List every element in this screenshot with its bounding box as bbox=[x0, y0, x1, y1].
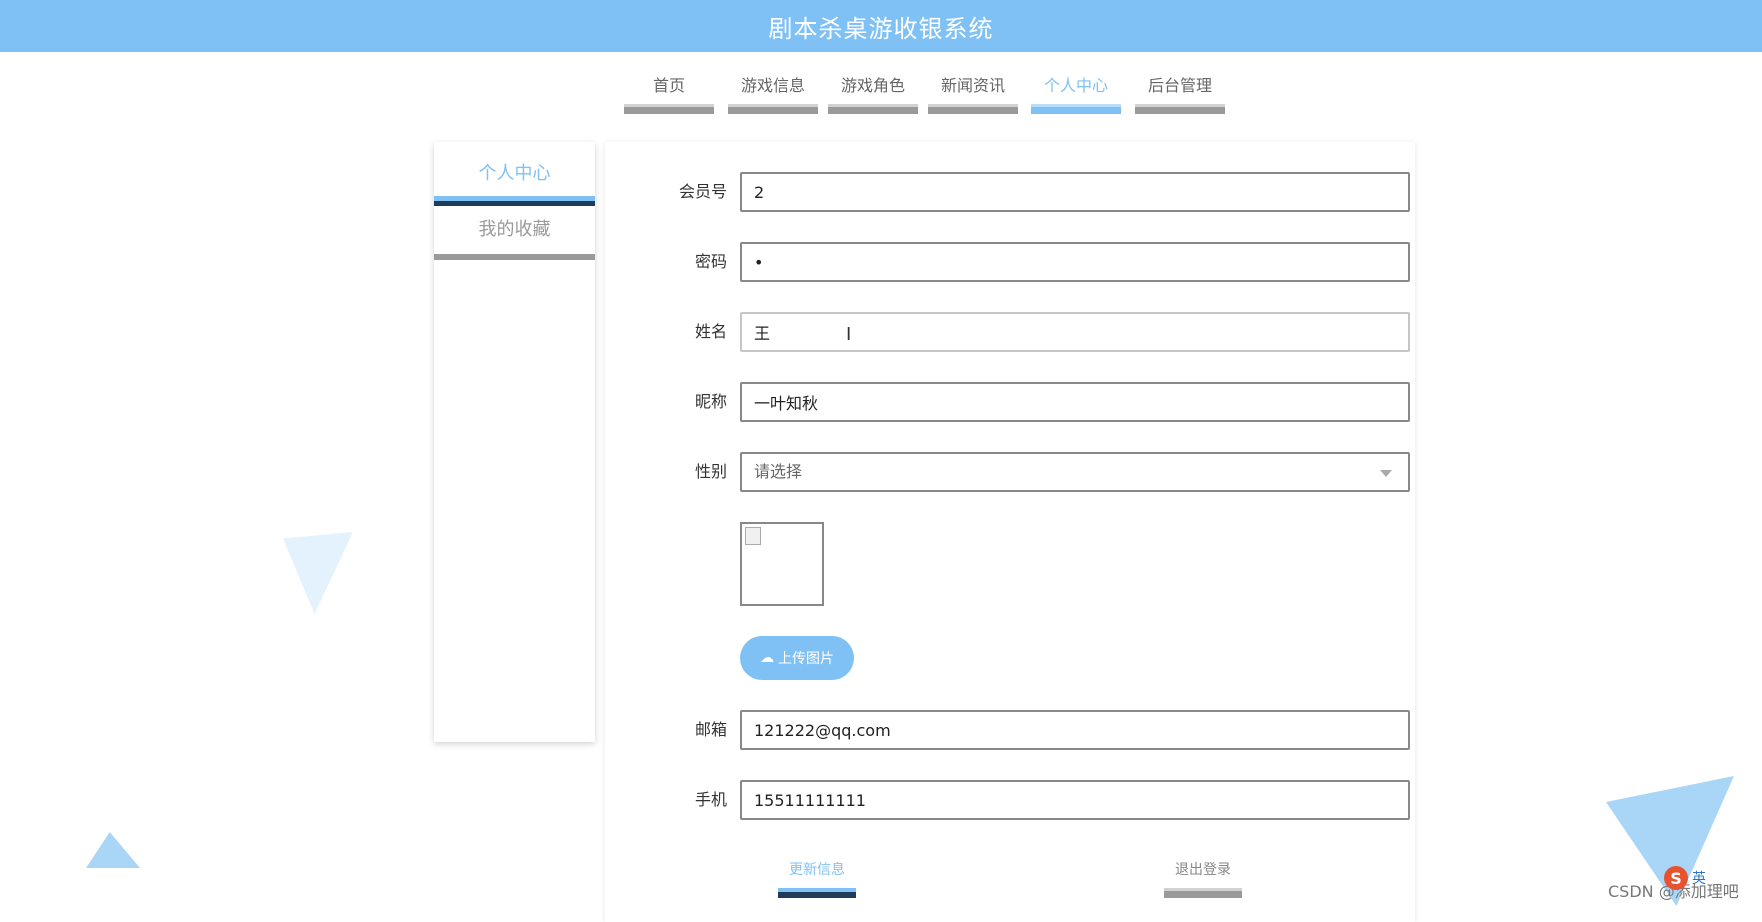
profile-form: 会员号 密码 姓名 昵称 性别 请选择 ☁ 上传图片 邮箱 手机 更新信息 bbox=[605, 142, 1415, 922]
sidebar-item-favorites[interactable]: 我的收藏 bbox=[434, 208, 595, 264]
broken-image-icon bbox=[745, 527, 761, 545]
update-info-button[interactable]: 更新信息 bbox=[778, 856, 856, 906]
nav-home-bar bbox=[624, 104, 714, 114]
nav-admin[interactable]: 后台管理 bbox=[1135, 68, 1225, 116]
ime-toolbar[interactable]: S 英 bbox=[1664, 864, 1762, 892]
name-input[interactable] bbox=[740, 312, 1410, 352]
nav-game-info[interactable]: 游戏信息 bbox=[728, 68, 818, 116]
nav-game-roles-bar bbox=[828, 104, 918, 114]
sidebar: 个人中心 我的收藏 bbox=[434, 142, 595, 742]
logout-label: 退出登录 bbox=[1175, 862, 1231, 878]
nav-news-label: 新闻资讯 bbox=[940, 76, 1005, 95]
chevron-down-icon bbox=[1380, 470, 1392, 477]
gender-select[interactable]: 请选择 bbox=[740, 452, 1410, 492]
nav-game-roles-label: 游戏角色 bbox=[840, 76, 905, 95]
cloud-upload-icon: ☁ bbox=[760, 650, 774, 666]
sidebar-item-bar bbox=[434, 254, 595, 260]
logout-button[interactable]: 退出登录 bbox=[1164, 856, 1242, 906]
sidebar-item-label: 个人中心 bbox=[478, 163, 551, 184]
phone-input[interactable] bbox=[740, 780, 1410, 820]
upload-image-button[interactable]: ☁ 上传图片 bbox=[740, 636, 854, 680]
nav-personal-center[interactable]: 个人中心 bbox=[1031, 68, 1121, 116]
password-input[interactable] bbox=[740, 242, 1410, 282]
decorative-triangle bbox=[283, 532, 353, 614]
nickname-input[interactable] bbox=[740, 382, 1410, 422]
row-name: 姓名 bbox=[605, 312, 1415, 352]
row-password: 密码 bbox=[605, 242, 1415, 282]
sidebar-item-bar bbox=[434, 196, 595, 206]
gender-select-placeholder: 请选择 bbox=[754, 462, 803, 481]
nav-game-info-bar bbox=[728, 104, 818, 114]
row-phone: 手机 bbox=[605, 780, 1415, 820]
row-email: 邮箱 bbox=[605, 710, 1415, 750]
update-info-bar bbox=[778, 888, 856, 898]
nav-personal-center-bar bbox=[1031, 104, 1121, 114]
row-gender: 性别 请选择 bbox=[605, 452, 1415, 492]
sidebar-item-label: 我的收藏 bbox=[478, 219, 551, 240]
email-input[interactable] bbox=[740, 710, 1410, 750]
upload-image-label: 上传图片 bbox=[778, 651, 834, 667]
sidebar-item-personal-center[interactable]: 个人中心 bbox=[434, 152, 595, 208]
logout-bar bbox=[1164, 888, 1242, 898]
member-no-input[interactable] bbox=[740, 172, 1410, 212]
gender-label: 性别 bbox=[694, 462, 727, 481]
name-label: 姓名 bbox=[694, 322, 727, 341]
member-no-label: 会员号 bbox=[678, 182, 727, 201]
decorative-triangle bbox=[86, 832, 140, 868]
nav-home-label: 首页 bbox=[652, 76, 685, 95]
phone-label: 手机 bbox=[694, 790, 727, 809]
avatar-preview bbox=[740, 522, 824, 606]
nav-news-bar bbox=[928, 104, 1018, 114]
nickname-label: 昵称 bbox=[694, 392, 727, 411]
nav-news[interactable]: 新闻资讯 bbox=[928, 68, 1018, 116]
update-info-label: 更新信息 bbox=[789, 862, 845, 878]
nav-game-roles[interactable]: 游戏角色 bbox=[828, 68, 918, 116]
page-header: 剧本杀桌游收银系统 bbox=[0, 0, 1762, 52]
nav-admin-bar bbox=[1135, 104, 1225, 114]
top-nav: 首页 游戏信息 游戏角色 新闻资讯 个人中心 后台管理 bbox=[0, 68, 1762, 118]
text-cursor-icon: I bbox=[846, 324, 852, 345]
nav-game-info-label: 游戏信息 bbox=[740, 76, 805, 95]
password-label: 密码 bbox=[694, 252, 727, 271]
system-title: 剧本杀桌游收银系统 bbox=[768, 14, 994, 43]
row-nickname: 昵称 bbox=[605, 382, 1415, 422]
nav-home[interactable]: 首页 bbox=[624, 68, 714, 116]
email-label: 邮箱 bbox=[694, 720, 727, 739]
ime-logo-icon: S bbox=[1664, 866, 1688, 890]
ime-mode[interactable]: 英 bbox=[1692, 868, 1706, 888]
row-member-no: 会员号 bbox=[605, 172, 1415, 212]
nav-personal-center-label: 个人中心 bbox=[1043, 76, 1108, 95]
nav-admin-label: 后台管理 bbox=[1147, 76, 1212, 95]
